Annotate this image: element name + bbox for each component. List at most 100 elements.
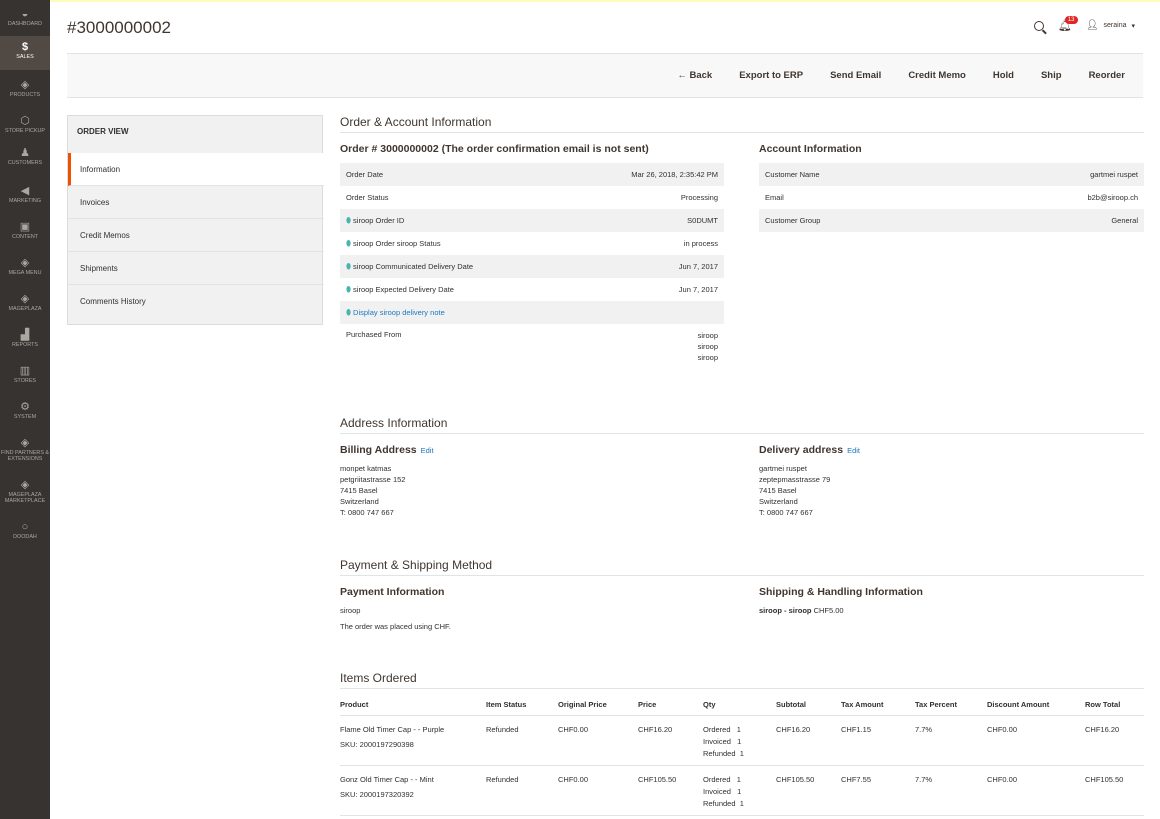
- siroop-status-value: in process: [683, 239, 718, 248]
- notifications-bell-icon[interactable]: 🔔︎ 13: [1058, 16, 1078, 32]
- address-section-title: Address Information: [340, 416, 1144, 434]
- hold-button[interactable]: Hold: [993, 70, 1014, 81]
- billing-edit-link[interactable]: Edit: [421, 446, 434, 455]
- subtotal: CHF105.50: [776, 765, 841, 816]
- table-row: Order Date Mar 26, 2018, 2:35:42 PM: [340, 163, 724, 186]
- product-name: Flame Old Timer Cap - - Purple: [340, 724, 445, 734]
- tab-information[interactable]: Information: [68, 153, 324, 186]
- customer-name-link[interactable]: gartmei ruspet: [958, 163, 1144, 186]
- table-row: ⬮ siroop Communicated Delivery Date Jun 7,…: [340, 255, 724, 278]
- nav-mageplaza[interactable]: ◈ Mageplaza: [0, 293, 50, 312]
- tax-amount: CHF1.15: [841, 715, 915, 766]
- shipping-price: CHF5.00: [813, 606, 844, 615]
- order-status-value: Processing: [680, 193, 718, 202]
- nav-doodah[interactable]: ○ Doodah: [0, 521, 50, 540]
- tab-invoices[interactable]: Invoices: [68, 186, 324, 219]
- table-row: ⬮ siroop Expected Delivery Date Jun 7, 201…: [340, 278, 724, 301]
- nav-store-pickup[interactable]: ⬡ Store Pickup: [0, 115, 50, 134]
- nav-system[interactable]: ⚙ System: [0, 401, 50, 420]
- email-link[interactable]: b2b@siroop.ch: [959, 186, 1144, 209]
- nav-customers[interactable]: ♟ Customers: [0, 147, 50, 166]
- table-row: ⬮ siroop Order ID S0DUMT: [340, 209, 724, 232]
- original-price: CHF0.00: [558, 765, 638, 816]
- delivery-edit-link[interactable]: Edit: [847, 446, 860, 455]
- shipping-method: siroop - siroop: [759, 606, 812, 615]
- customer-group-label: Customer Group: [759, 209, 959, 232]
- box-icon: ◈: [20, 79, 30, 91]
- siroop-status-label: siroop Order siroop Status: [353, 238, 441, 248]
- nav-sales[interactable]: $ Sales: [0, 36, 50, 70]
- qty-refunded: Refunded 1: [703, 798, 744, 808]
- credit-memo-button[interactable]: Credit Memo: [908, 70, 966, 81]
- product-sku: SKU: 2000197290398: [340, 739, 414, 749]
- column-header: Qty: [703, 695, 776, 716]
- tab-shipments[interactable]: Shipments: [68, 252, 324, 285]
- row-total: CHF105.50: [1085, 765, 1144, 816]
- nav-find-partners[interactable]: ◈ Find Partners & Extensions: [0, 437, 50, 462]
- account-info-table: Customer Name gartmei ruspet Email b2b@sir…: [759, 163, 1144, 232]
- column-header: Tax Amount: [841, 695, 915, 716]
- nav-mega-menu[interactable]: ◈ Mega Menu: [0, 257, 50, 276]
- purchased-from-view: siroop: [697, 353, 718, 362]
- nav-dashboard[interactable]: ◒ Dashboard: [0, 8, 50, 27]
- person-icon: ♟: [20, 147, 30, 159]
- dashboard-icon: ◒: [21, 8, 29, 20]
- circle-icon: ○: [21, 521, 29, 533]
- column-header: Tax Percent: [915, 695, 987, 716]
- billing-address: monpet katmas petgriitastrasse 152 7415 …: [340, 464, 406, 517]
- search-icon[interactable]: [1033, 20, 1044, 31]
- communicated-delivery-label: siroop Communicated Delivery Date: [353, 261, 474, 271]
- table-row: Gonz Old Timer Cap - - Mint SKU: 20001973…: [340, 765, 1144, 816]
- cube-icon: ◈: [20, 479, 30, 491]
- bar-chart-icon: ▟: [20, 329, 30, 341]
- main-area: #3000000002 🔔︎ 13 👤︎ seraina ▾ ← Back Expor…: [50, 0, 1160, 819]
- map-pin-icon: ⬮: [346, 215, 352, 225]
- order-account-section-title: Order & Account Information: [340, 115, 1144, 133]
- nav-stores[interactable]: ▥ Stores: [0, 365, 50, 384]
- price: CHF16.20: [638, 715, 703, 766]
- tax-percent: 7.7%: [915, 715, 987, 766]
- table-row: Order Status Processing: [340, 186, 724, 209]
- column-header: Discount Amount: [987, 695, 1085, 716]
- item-status: Refunded: [486, 715, 558, 766]
- shipping-heading: Shipping & Handling Information: [759, 586, 923, 598]
- tab-credit-memos[interactable]: Credit Memos: [68, 219, 324, 252]
- arrow-left-icon: ←: [677, 70, 690, 81]
- qty-invoiced: Invoiced 1: [703, 736, 742, 746]
- subtotal: CHF16.20: [776, 715, 841, 766]
- page-title: #3000000002: [67, 18, 172, 37]
- original-price: CHF0.00: [558, 715, 638, 766]
- delivery-note-link[interactable]: Display siroop delivery note: [353, 308, 445, 317]
- items-header-row: Product Item Status Original Price Price…: [340, 695, 1144, 716]
- send-email-button[interactable]: Send Email: [830, 70, 881, 81]
- export-to-erp-button[interactable]: Export to ERP: [739, 70, 803, 81]
- page-actions-bar: ← Back Export to ERP Send Email Credit M…: [67, 53, 1143, 98]
- user-menu[interactable]: 👤︎ seraina ▾: [1086, 20, 1135, 31]
- table-row: Purchased From siroop siroop siroop: [340, 324, 724, 364]
- table-row: ⬮ siroop Order siroop Status in process: [340, 232, 724, 255]
- purchased-from-store: siroop: [697, 342, 718, 351]
- expected-delivery-value: Jun 7, 2017: [678, 285, 718, 294]
- customer-group-value: General: [958, 209, 1144, 232]
- account-heading: Account Information: [759, 143, 862, 155]
- ship-button[interactable]: Ship: [1041, 70, 1062, 81]
- notice-bar: [50, 0, 1160, 2]
- column-header: Price: [638, 695, 703, 716]
- nav-mageplaza-marketplace[interactable]: ◈ Mageplaza Marketplace: [0, 479, 50, 504]
- nav-reports[interactable]: ▟ Reports: [0, 329, 50, 348]
- shop-icon: ▥: [19, 365, 31, 377]
- column-header: Subtotal: [776, 695, 841, 716]
- nav-products[interactable]: ◈ Products: [0, 79, 50, 98]
- items-section-title: Items Ordered: [340, 671, 1144, 689]
- table-row: Flame Old Timer Cap - - Purple SKU: 20001…: [340, 715, 1144, 766]
- tax-amount: CHF7.55: [841, 765, 915, 816]
- map-pin-icon: ⬮: [346, 261, 352, 271]
- reorder-button[interactable]: Reorder: [1089, 70, 1125, 81]
- back-button[interactable]: ← Back: [677, 70, 712, 81]
- header-actions: 🔔︎ 13 👤︎ seraina ▾: [1033, 16, 1135, 32]
- tab-comments-history[interactable]: Comments History: [68, 285, 324, 318]
- table-row: Customer Group General: [759, 209, 1144, 232]
- nav-marketing[interactable]: ◀ Marketing: [0, 185, 50, 204]
- map-pin-icon: ⬮: [346, 284, 352, 294]
- nav-content[interactable]: ▣ Content: [0, 221, 50, 240]
